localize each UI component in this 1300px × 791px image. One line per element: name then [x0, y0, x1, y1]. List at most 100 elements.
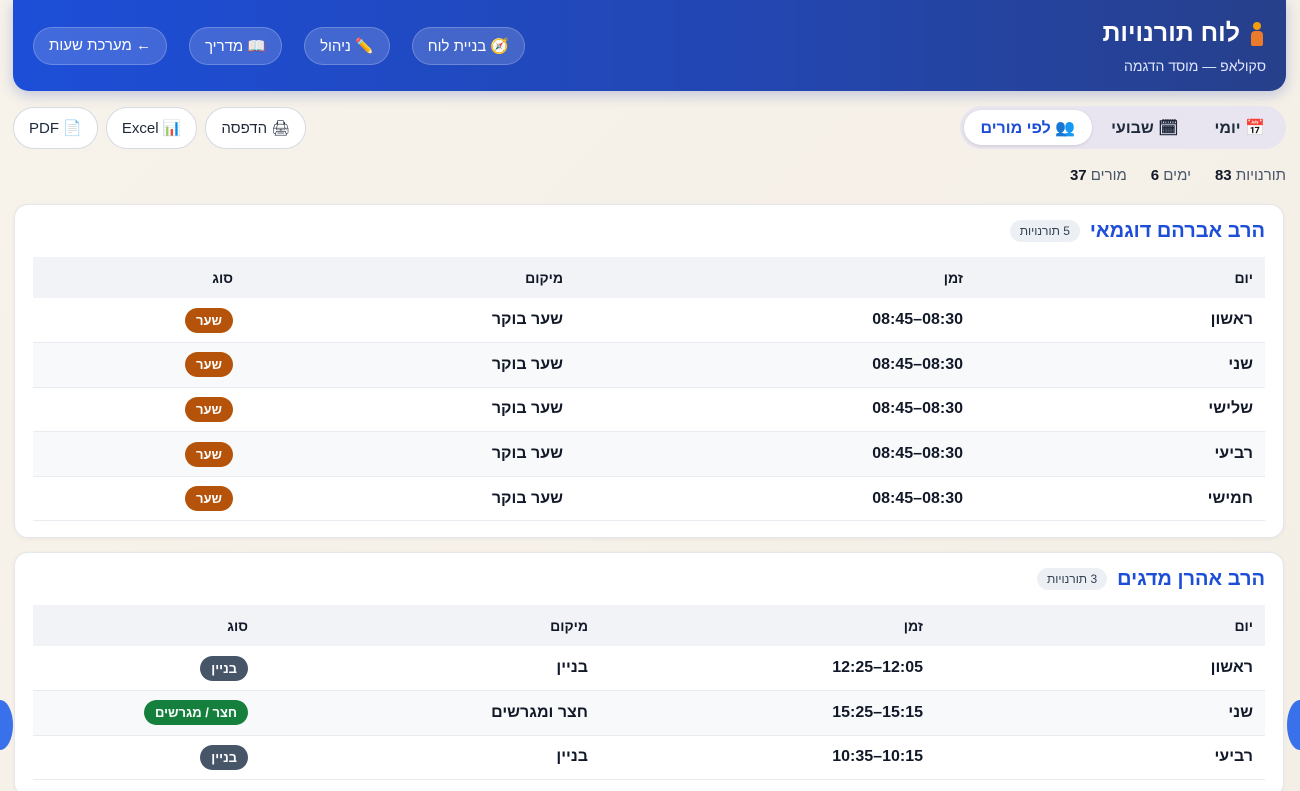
table-row: שלישי 08:30–08:45 שער בוקר שער [33, 387, 1265, 433]
time-cell: 08:30–08:45 [575, 431, 975, 477]
header-nav: 🧭 בניית לוח ✏️ ניהול 📖 מדריך ← מערכת שעו… [33, 26, 526, 65]
guide-button[interactable]: 📖 מדריך [188, 26, 283, 65]
app-header: לוח תורנויות סקולאפ — מוסד הדגמה 🧭 בניית… [13, 0, 1286, 91]
time-cell: 08:30–08:45 [575, 387, 975, 433]
teacher-card: הרב אהרן מדגים 3 תורנויות יום זמן מיקום … [14, 552, 1284, 791]
table-row: ראשון 12:05–12:25 בניין בניין [33, 646, 1265, 692]
toolbar: 📅 יומי 🗓 שבועי 👥 לפי מורים 🖨 הדפסה 📊 Exc… [13, 106, 1286, 149]
day-cell: רביעי [975, 431, 1265, 477]
tab-by-teachers[interactable]: 👥 לפי מורים [963, 110, 1093, 145]
column-header-location: מיקום [525, 269, 563, 286]
day-cell: ראשון [975, 298, 1265, 344]
day-cell: שני [935, 690, 1265, 736]
stat-days-label: ימים [1163, 167, 1191, 184]
stat-duties-label: תורנויות [1235, 167, 1286, 184]
location-cell: שער בוקר [245, 387, 575, 433]
teacher-name: הרב אהרן מדגים [1117, 567, 1265, 590]
type-cell: שער [33, 476, 245, 522]
time-cell: 12:05–12:25 [600, 646, 935, 692]
type-tag: שער [185, 396, 233, 422]
teacher-card-header: הרב אברהם דוגמאי 5 תורנויות [33, 205, 1265, 257]
app-title-row: לוח תורנויות [1102, 19, 1266, 48]
time-cell: 15:15–15:25 [600, 690, 935, 736]
stats-bar: תורנויות 83 ימים 6 מורים 37 [1066, 167, 1286, 184]
tab-daily[interactable]: 📅 יומי [1198, 110, 1282, 145]
type-tag: שער [185, 441, 233, 467]
tab-weekly[interactable]: 🗓 שבועי [1094, 110, 1195, 145]
type-cell: בניין [33, 646, 260, 692]
app-subtitle: סקולאפ — מוסד הדגמה [1123, 58, 1266, 74]
type-cell: שער [33, 431, 245, 477]
duty-count-badge: 5 תורנויות [1009, 220, 1080, 242]
type-cell: חצר / מגרשים [33, 690, 260, 736]
app-title: לוח תורנויות [1102, 19, 1240, 47]
stat-teachers-label: מורים [1090, 167, 1127, 184]
teacher-card-header: הרב אהרן מדגים 3 תורנויות [33, 553, 1265, 605]
column-header-time: זמן [943, 269, 963, 286]
duty-table: יום זמן מיקום סוג ראשון 12:05–12:25 בניי… [33, 605, 1265, 781]
type-tag: בניין [200, 744, 248, 770]
print-button[interactable]: 🖨 הדפסה [205, 106, 307, 149]
time-cell: 08:30–08:45 [575, 298, 975, 344]
day-cell: שני [975, 342, 1265, 388]
type-tag: שער [185, 307, 233, 333]
pdf-export-button[interactable]: 📄 PDF [13, 106, 98, 149]
location-cell: שער בוקר [245, 298, 575, 344]
type-cell: שער [33, 387, 245, 433]
duty-count-badge: 3 תורנויות [1036, 568, 1108, 590]
table-row: רביעי 08:30–08:45 שער בוקר שער [33, 431, 1265, 477]
duty-table: יום זמן מיקום סוג ראשון 08:30–08:45 שער … [33, 257, 1265, 522]
stat-duties: תורנויות 83 [1211, 167, 1286, 184]
column-header-time: זמן [903, 617, 923, 634]
column-header-type: סוג [212, 269, 233, 286]
table-header-row: יום זמן מיקום סוג [33, 605, 1265, 646]
type-cell: שער [33, 298, 245, 344]
type-tag: חצר / מגרשים [144, 700, 248, 726]
scroll-left-handle[interactable] [0, 700, 13, 750]
person-icon [1248, 21, 1266, 46]
column-header-day: יום [1234, 269, 1253, 286]
day-cell: שלישי [975, 387, 1265, 433]
teacher-name: הרב אברהם דוגמאי [1089, 219, 1265, 242]
time-cell: 08:30–08:45 [575, 342, 975, 388]
type-tag: בניין [200, 655, 248, 681]
time-cell: 10:15–10:35 [600, 735, 935, 781]
table-row: ראשון 08:30–08:45 שער בוקר שער [33, 298, 1265, 344]
table-row: חמישי 08:30–08:45 שער בוקר שער [33, 476, 1265, 522]
stat-duties-value: 83 [1214, 167, 1232, 184]
location-cell: חצר ומגרשים [260, 690, 600, 736]
day-cell: חמישי [975, 476, 1265, 522]
location-cell: שער בוקר [245, 431, 575, 477]
type-tag: שער [185, 352, 233, 378]
stat-days-value: 6 [1150, 167, 1160, 184]
column-header-type: סוג [227, 617, 248, 634]
export-group: 🖨 הדפסה 📊 Excel 📄 PDF [13, 106, 307, 149]
day-cell: רביעי [935, 735, 1265, 781]
build-schedule-button[interactable]: 🧭 בניית לוח [411, 26, 526, 65]
day-cell: ראשון [935, 646, 1265, 692]
column-header-day: יום [1234, 617, 1253, 634]
time-cell: 08:30–08:45 [575, 476, 975, 522]
stat-teachers: מורים 37 [1066, 167, 1127, 184]
type-tag: שער [185, 486, 233, 512]
table-row: רביעי 10:15–10:35 בניין בניין [33, 735, 1265, 781]
brand: לוח תורנויות סקולאפ — מוסד הדגמה [1102, 17, 1266, 74]
table-row: שני 15:15–15:25 חצר ומגרשים חצר / מגרשים [33, 690, 1265, 736]
location-cell: שער בוקר [245, 342, 575, 388]
location-cell: בניין [260, 646, 600, 692]
column-header-location: מיקום [550, 617, 588, 634]
teacher-card: הרב אברהם דוגמאי 5 תורנויות יום זמן מיקו… [14, 204, 1284, 539]
location-cell: שער בוקר [245, 476, 575, 522]
excel-export-button[interactable]: 📊 Excel [105, 106, 198, 149]
manage-button[interactable]: ✏️ ניהול [304, 26, 390, 65]
back-to-timetable-button[interactable]: ← מערכת שעות [33, 26, 167, 65]
stat-days: ימים 6 [1147, 167, 1191, 184]
table-row: שני 08:30–08:45 שער בוקר שער [33, 342, 1265, 388]
view-tabs: 📅 יומי 🗓 שבועי 👥 לפי מורים [959, 106, 1286, 149]
table-header-row: יום זמן מיקום סוג [33, 257, 1265, 298]
type-cell: בניין [33, 735, 260, 781]
stat-teachers-value: 37 [1069, 167, 1087, 184]
scroll-right-handle[interactable] [1287, 700, 1300, 750]
location-cell: בניין [260, 735, 600, 781]
type-cell: שער [33, 342, 245, 388]
